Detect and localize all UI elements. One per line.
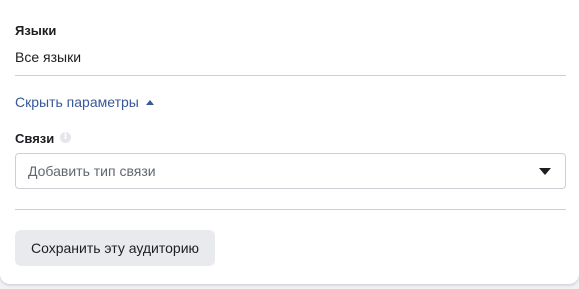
hide-options-link[interactable]: Скрыть параметры [15,94,154,110]
save-audience-button[interactable]: Сохранить эту аудиторию [15,230,215,266]
divider [15,209,566,210]
connection-type-placeholder: Добавить тип связи [28,163,156,179]
languages-label: Языки [15,23,57,38]
languages-value[interactable]: Все языки [15,49,81,65]
chevron-down-icon [539,168,551,175]
hide-options-label[interactable]: Скрыть параметры [15,94,139,110]
caret-up-icon [145,99,154,105]
audience-panel: Языки Все языки Скрыть параметры Связи i… [0,0,579,284]
divider [15,75,566,76]
connection-type-select[interactable]: Добавить тип связи [15,153,566,189]
connections-label: Связи [15,131,55,146]
info-icon[interactable]: i [60,132,71,143]
